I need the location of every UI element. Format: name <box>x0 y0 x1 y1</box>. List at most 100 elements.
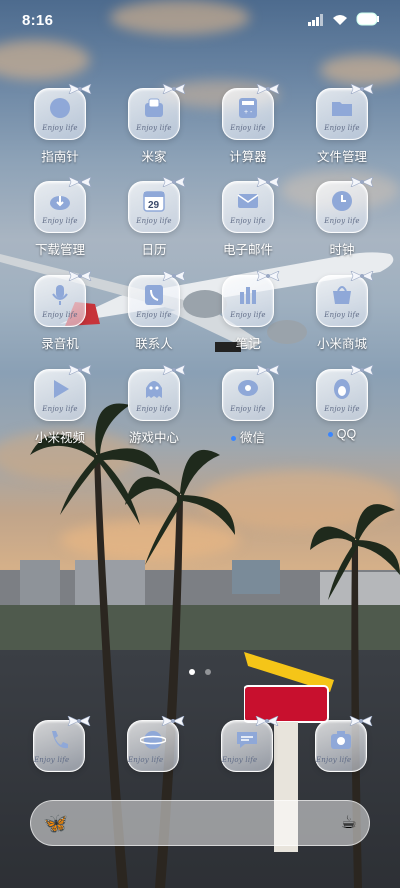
butterfly-icon: 🦋 <box>43 813 68 835</box>
browser-icon <box>139 727 167 753</box>
calculator-icon: + - <box>235 95 261 121</box>
new-badge-dot <box>327 432 333 438</box>
svg-text:+ -: + - <box>244 109 253 116</box>
signal-icon <box>308 13 324 31</box>
app-label: 联系人 <box>135 337 173 351</box>
app-icon-frame[interactable]: Enjoy life <box>128 271 186 327</box>
app-icon-frame[interactable]: Enjoy life <box>221 716 279 772</box>
app-calculator[interactable]: + - Enjoy life 计算器 <box>208 84 288 165</box>
compass-icon <box>47 95 73 121</box>
app-penguin[interactable]: Enjoy life QQ <box>302 365 382 441</box>
app-shopping-bag[interactable]: Enjoy life 小米商城 <box>302 271 382 352</box>
app-icon-frame[interactable]: Enjoy life <box>34 84 92 140</box>
app-play[interactable]: Enjoy life 小米视频 <box>20 365 100 446</box>
app-icon-frame[interactable]: Enjoy life <box>316 84 374 140</box>
page-dot[interactable] <box>205 669 212 675</box>
clock-icon <box>329 188 355 214</box>
app-icon-frame[interactable]: Enjoy life <box>316 365 374 421</box>
app-clock[interactable]: Enjoy life 时钟 <box>302 177 382 258</box>
ghost-icon <box>141 376 167 402</box>
dock-app-camera[interactable]: Enjoy life <box>315 716 373 772</box>
app-icon-frame[interactable]: Enjoy life <box>34 271 92 327</box>
app-icon-frame[interactable]: Enjoy life <box>315 716 373 772</box>
enjoy-life-tag: Enjoy life <box>34 756 70 764</box>
enjoy-life-tag: Enjoy life <box>42 124 78 132</box>
app-chat[interactable]: Enjoy life 微信 <box>208 365 288 446</box>
dock-app-phone[interactable]: Enjoy life <box>33 716 91 772</box>
enjoy-life-tag: Enjoy life <box>128 756 164 764</box>
search-bar[interactable]: 🦋 ☕ <box>30 800 370 846</box>
status-time: 8:16 <box>22 12 54 29</box>
play-icon <box>47 376 73 402</box>
status-bar: 8:16 <box>0 0 400 40</box>
calendar-icon: 29 <box>141 188 167 214</box>
app-icon-frame[interactable]: Enjoy life <box>222 177 280 233</box>
app-label: 笔记 <box>235 337 261 351</box>
microphone-icon <box>47 282 73 308</box>
app-label: 米家 <box>141 150 167 164</box>
app-icon-frame[interactable]: Enjoy life <box>128 365 186 421</box>
enjoy-life-tag: Enjoy life <box>324 311 360 319</box>
app-label: 微信 <box>239 431 265 445</box>
enjoy-life-tag: Enjoy life <box>230 124 266 132</box>
contacts-icon <box>141 282 167 308</box>
app-icon-frame[interactable]: Enjoy life <box>34 365 92 421</box>
battery-icon <box>356 12 380 31</box>
enjoy-life-tag: Enjoy life <box>324 217 360 225</box>
app-label: 游戏中心 <box>128 431 179 445</box>
app-icon-frame[interactable]: 29 Enjoy life <box>128 177 186 233</box>
app-cloud-download[interactable]: Enjoy life 下载管理 <box>20 177 100 258</box>
app-compass[interactable]: Enjoy life 指南针 <box>20 84 100 165</box>
new-badge-dot <box>230 436 236 442</box>
enjoy-life-tag: Enjoy life <box>316 756 352 764</box>
app-icon-frame[interactable]: Enjoy life <box>33 716 91 772</box>
shopping-bag-icon <box>329 282 355 308</box>
notes-icon <box>235 282 261 308</box>
app-icon-frame[interactable]: Enjoy life <box>316 271 374 327</box>
enjoy-life-tag: Enjoy life <box>222 756 258 764</box>
mail-icon <box>235 188 261 214</box>
app-icon-frame[interactable]: Enjoy life <box>34 177 92 233</box>
enjoy-life-tag: Enjoy life <box>230 405 266 413</box>
app-icon-frame[interactable]: Enjoy life <box>127 716 185 772</box>
app-label: QQ <box>336 427 357 441</box>
app-home[interactable]: Enjoy life 米家 <box>114 84 194 165</box>
phone-icon <box>46 727 72 753</box>
app-icon-frame[interactable]: Enjoy life <box>316 177 374 233</box>
page-indicator <box>0 662 400 680</box>
app-label: 小米视频 <box>34 431 85 445</box>
app-icon-frame[interactable]: Enjoy life <box>128 84 186 140</box>
enjoy-life-tag: Enjoy life <box>42 405 78 413</box>
enjoy-life-tag: Enjoy life <box>136 405 172 413</box>
dock-app-browser[interactable]: Enjoy life <box>127 716 185 772</box>
app-icon-frame[interactable]: Enjoy life <box>222 365 280 421</box>
wifi-icon <box>332 13 348 31</box>
coffee-icon[interactable]: ☕ <box>341 812 357 833</box>
calendar-day-text: 29 <box>148 200 160 211</box>
app-folder[interactable]: Enjoy life 文件管理 <box>302 84 382 165</box>
enjoy-life-tag: Enjoy life <box>136 311 172 319</box>
messages-icon <box>234 727 260 753</box>
enjoy-life-tag: Enjoy life <box>42 217 78 225</box>
app-icon-frame[interactable]: + - Enjoy life <box>222 84 280 140</box>
app-label: 文件管理 <box>316 150 367 164</box>
app-microphone[interactable]: Enjoy life 录音机 <box>20 271 100 352</box>
penguin-icon <box>329 376 355 402</box>
app-label: 计算器 <box>229 150 267 164</box>
chat-icon <box>235 376 261 402</box>
app-notes[interactable]: Enjoy life 笔记 <box>208 271 288 352</box>
app-mail[interactable]: Enjoy life 电子邮件 <box>208 177 288 258</box>
cloud-download-icon <box>47 188 73 214</box>
dock-app-messages[interactable]: Enjoy life <box>221 716 279 772</box>
app-ghost[interactable]: Enjoy life 游戏中心 <box>114 365 194 446</box>
app-label: 录音机 <box>41 337 79 351</box>
enjoy-life-tag: Enjoy life <box>136 124 172 132</box>
app-label: 小米商城 <box>316 337 367 351</box>
app-label: 时钟 <box>329 243 355 257</box>
page-dot-active[interactable] <box>188 669 195 675</box>
app-contacts[interactable]: Enjoy life 联系人 <box>114 271 194 352</box>
app-label: 下载管理 <box>34 243 85 257</box>
enjoy-life-tag: Enjoy life <box>324 405 360 413</box>
app-icon-frame[interactable]: Enjoy life <box>222 271 280 327</box>
app-calendar[interactable]: 29 Enjoy life 日历 <box>114 177 194 258</box>
